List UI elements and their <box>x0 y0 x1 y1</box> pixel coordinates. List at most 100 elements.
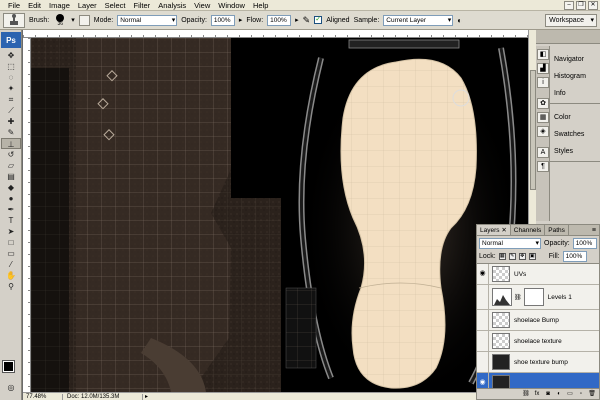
opacity-dropdown-icon[interactable]: ▸ <box>239 16 243 24</box>
menu-filter[interactable]: Filter <box>130 0 155 11</box>
clone-stamp-tool-icon[interactable]: ⊥ <box>1 138 21 149</box>
dodge-tool-icon[interactable]: ● <box>1 193 21 204</box>
layer-opacity-field[interactable]: 100% <box>572 237 597 249</box>
blur-tool-icon[interactable]: ◆ <box>1 182 21 193</box>
dock-item-histogram[interactable]: Histogram <box>550 67 600 85</box>
healing-brush-tool-icon[interactable]: ✚ <box>1 116 21 127</box>
magic-wand-tool-icon[interactable]: ✦ <box>1 83 21 94</box>
lock-transparency-icon[interactable]: ▦ <box>498 253 506 260</box>
opacity-field[interactable]: 100% <box>210 14 235 26</box>
foreground-color-swatch[interactable] <box>2 360 15 373</box>
layer-row-uvs[interactable]: ◉ UVs <box>477 264 599 285</box>
eraser-tool-icon[interactable]: ▱ <box>1 160 21 171</box>
lock-all-icon[interactable]: ▣ <box>528 253 536 260</box>
dock-item-styles[interactable]: Styles <box>550 142 600 160</box>
layer-row-shoelace-texture[interactable]: shoelace texture <box>477 331 599 352</box>
color-swatches[interactable] <box>2 360 19 377</box>
shape-tool-icon[interactable]: □ <box>1 237 21 248</box>
layer-row-shoe-texture-bump[interactable]: shoe texture bump <box>477 352 599 373</box>
menu-view[interactable]: View <box>190 0 214 11</box>
crop-tool-icon[interactable]: ⌗ <box>1 94 21 105</box>
add-mask-icon[interactable]: ◙ <box>544 390 552 398</box>
menu-edit[interactable]: Edit <box>24 0 45 11</box>
histogram-icon[interactable]: ▟ <box>537 63 549 74</box>
eyedropper-tool-icon[interactable]: ⁄ <box>1 259 21 270</box>
panel-menu-icon[interactable]: ≡ <box>592 225 599 235</box>
tab-paths[interactable]: Paths <box>545 225 569 235</box>
menu-file[interactable]: File <box>4 0 24 11</box>
ignore-adjustment-icon[interactable]: ◐ <box>457 16 462 25</box>
navigator-icon[interactable]: ◧ <box>537 49 549 60</box>
sample-select[interactable]: Current Layer <box>383 14 454 26</box>
brush-panel-toggle[interactable] <box>78 14 90 26</box>
layer-row-levels-1[interactable]: ⛓ Levels 1 <box>477 285 599 310</box>
history-brush-tool-icon[interactable]: ↺ <box>1 149 21 160</box>
pen-tool-icon[interactable]: ✒ <box>1 204 21 215</box>
quick-mask-icon[interactable]: ◎ <box>1 382 21 393</box>
link-layers-icon[interactable]: ⛓ <box>522 390 530 398</box>
mode-select[interactable]: Normal <box>117 14 178 26</box>
visibility-toggle[interactable] <box>477 310 489 330</box>
new-group-icon[interactable]: ▭ <box>566 390 574 398</box>
eye-icon[interactable]: ◉ <box>477 264 489 284</box>
layer-row-selected[interactable]: ◉ <box>477 373 599 388</box>
aligned-checkbox[interactable]: ✓ <box>314 16 323 24</box>
slice-tool-icon[interactable]: ⟋ <box>1 105 21 116</box>
marquee-tool-icon[interactable]: ⬚ <box>1 61 21 72</box>
tab-layers[interactable]: Layers ✕ <box>477 225 511 235</box>
paragraph-icon[interactable]: ¶ <box>537 161 549 172</box>
status-menu-icon[interactable]: ▸ <box>143 393 148 400</box>
menu-layer[interactable]: Layer <box>74 0 101 11</box>
type-tool-icon[interactable]: T <box>1 215 21 226</box>
lasso-tool-icon[interactable]: ◌ <box>1 72 21 83</box>
menu-analysis[interactable]: Analysis <box>154 0 190 11</box>
color-icon[interactable]: ✿ <box>537 98 549 109</box>
adjustment-layer-icon[interactable]: ◐ <box>555 390 563 398</box>
notes-tool-icon[interactable]: ▭ <box>1 248 21 259</box>
brush-dropdown-icon[interactable]: ▾ <box>71 16 75 24</box>
visibility-toggle[interactable] <box>477 331 489 351</box>
airbrush-icon[interactable]: ✎ <box>303 15 311 26</box>
tool-preset-picker[interactable] <box>3 12 25 28</box>
document-canvas[interactable] <box>23 30 528 392</box>
gradient-tool-icon[interactable]: ▤ <box>1 171 21 182</box>
layer-style-icon[interactable]: fx <box>533 390 541 398</box>
fill-field[interactable]: 100% <box>562 251 587 262</box>
move-tool-icon[interactable]: ✥ <box>1 50 21 61</box>
hand-tool-icon[interactable]: ✋ <box>1 270 21 281</box>
visibility-toggle[interactable] <box>477 285 489 309</box>
dock-item-swatches[interactable]: Swatches <box>550 125 600 143</box>
visibility-toggle[interactable] <box>477 352 489 372</box>
menu-select[interactable]: Select <box>101 0 130 11</box>
brush-picker[interactable]: 36 <box>53 13 67 27</box>
swatches-icon[interactable]: ▦ <box>537 112 549 123</box>
dock-item-info[interactable]: Info <box>550 84 600 102</box>
menu-help[interactable]: Help <box>249 0 272 11</box>
close-icon[interactable]: ✕ <box>588 1 598 10</box>
menu-image[interactable]: Image <box>45 0 74 11</box>
dock-header[interactable] <box>536 30 600 44</box>
blend-mode-select[interactable]: Normal <box>479 237 541 249</box>
flow-dropdown-icon[interactable]: ▸ <box>295 16 299 24</box>
minimize-icon[interactable]: – <box>564 1 574 10</box>
path-selection-tool-icon[interactable]: ➤ <box>1 226 21 237</box>
styles-icon[interactable]: ◈ <box>537 126 549 137</box>
layer-row-shoelace-bump[interactable]: shoelace Bump <box>477 310 599 331</box>
delete-layer-icon[interactable]: 🗑 <box>588 390 596 398</box>
brush-tool-icon[interactable]: ✎ <box>1 127 21 138</box>
lock-position-icon[interactable]: ✥ <box>518 253 526 260</box>
lock-image-icon[interactable]: ✎ <box>508 253 516 260</box>
zoom-level[interactable]: 77.48% <box>23 393 63 400</box>
character-icon[interactable]: A <box>537 147 549 158</box>
zoom-tool-icon[interactable]: ⚲ <box>1 281 21 292</box>
restore-icon[interactable]: ❐ <box>576 1 586 10</box>
new-layer-icon[interactable]: ▫ <box>577 390 585 398</box>
workspace-button[interactable]: Workspace <box>545 14 597 27</box>
eye-icon[interactable]: ◉ <box>477 373 489 388</box>
menu-window[interactable]: Window <box>214 0 249 11</box>
dock-item-color[interactable]: Color <box>550 108 600 126</box>
flow-field[interactable]: 100% <box>267 14 292 26</box>
info-icon[interactable]: i <box>537 77 549 88</box>
dock-item-navigator[interactable]: Navigator <box>550 50 600 68</box>
tab-channels[interactable]: Channels <box>511 225 546 235</box>
